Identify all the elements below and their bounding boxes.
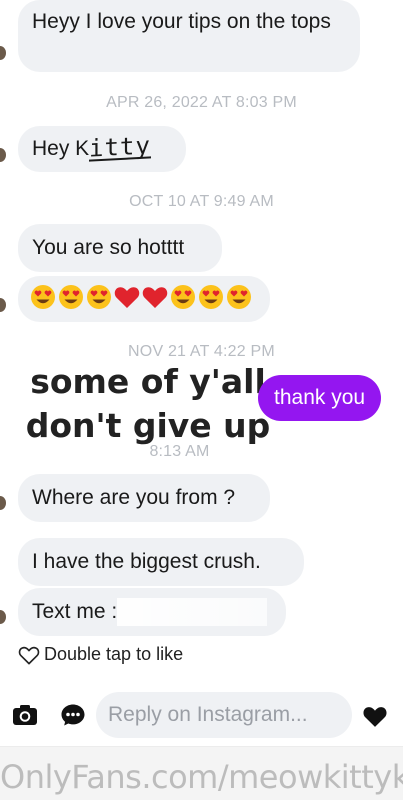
chat-icon[interactable] (60, 703, 86, 727)
double-tap-label: Double tap to like (44, 644, 184, 664)
reply-input[interactable] (96, 692, 352, 738)
overlay-line-2: don't give up (25, 406, 271, 445)
avatar[interactable] (0, 148, 6, 162)
avatar[interactable] (0, 46, 6, 60)
message-composer (0, 690, 403, 740)
heart-eyes-emoji-icon (59, 285, 83, 309)
message-text: I have the biggest crush. (32, 550, 261, 573)
message-bubble[interactable]: I have the biggest crush. (18, 538, 304, 586)
double-tap-hint: Double tap to like (18, 644, 183, 665)
red-heart-emoji-icon (142, 287, 168, 308)
heart-outline-icon (18, 646, 40, 664)
heart-eyes-emoji-icon (227, 285, 251, 309)
message-bubble[interactable]: Hey Kitty (18, 126, 186, 172)
heart-eyes-emoji-icon (31, 285, 55, 309)
heart-icon[interactable] (362, 704, 388, 728)
message-text: Where are you from ? (32, 486, 236, 509)
timestamp: 8:13 AM (149, 443, 210, 460)
overlay-line-1: some of y'all (30, 362, 266, 401)
timestamp: NOV 21 AT 4:22 PM (128, 343, 275, 360)
message-text: You are so hotttt (32, 236, 185, 259)
message-text: Heyy I love your tips on the tops (32, 10, 331, 33)
camera-icon[interactable] (12, 704, 38, 726)
sent-message-bubble[interactable]: thank you (258, 375, 382, 421)
avatar[interactable] (0, 496, 6, 510)
message-bubble[interactable]: Where are you from ? (18, 474, 270, 522)
emoji-message-bubble[interactable] (18, 276, 270, 322)
handwritten-text: itty (89, 131, 151, 163)
avatar[interactable] (0, 298, 6, 312)
heart-eyes-emoji-icon (87, 285, 111, 309)
heart-eyes-emoji-icon (199, 285, 223, 309)
message-text: Hey K (32, 137, 90, 160)
message-text: Text me : (32, 600, 118, 623)
red-heart-emoji-icon (114, 287, 140, 308)
message-bubble[interactable]: Heyy I love your tips on the tops (18, 0, 360, 72)
watermark: OnlyFans.com/meowkittykat (0, 758, 403, 796)
message-bubble[interactable]: You are so hotttt (18, 224, 222, 272)
emoji-row (30, 284, 258, 310)
overlay-caption: some of y'all don't give up (18, 360, 278, 448)
message-bubble[interactable]: Text me : (18, 588, 286, 636)
timestamp: APR 26, 2022 AT 8:03 PM (106, 94, 297, 111)
heart-eyes-emoji-icon (171, 285, 195, 309)
redacted-area (117, 598, 268, 627)
avatar[interactable] (0, 610, 6, 624)
timestamp: OCT 10 AT 9:49 AM (129, 193, 274, 210)
sent-message-text: thank you (274, 386, 366, 409)
